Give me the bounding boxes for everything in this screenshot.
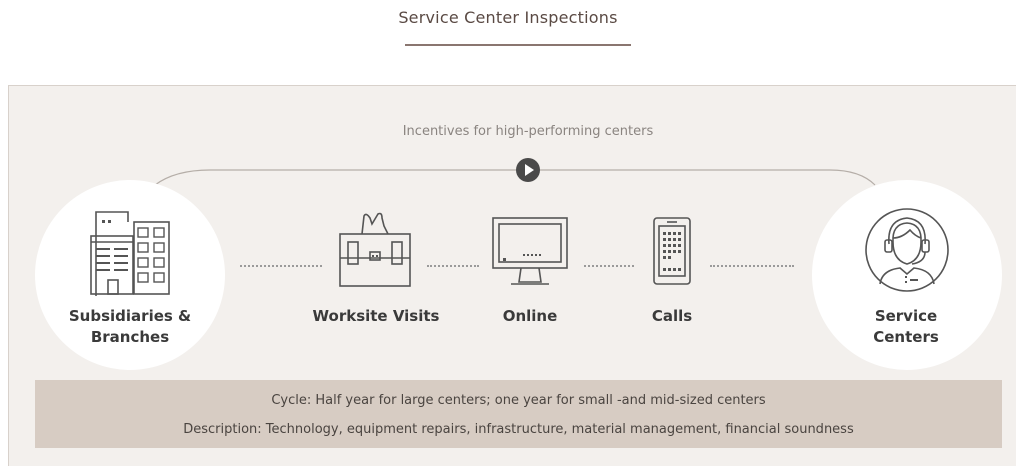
briefcase-icon <box>339 212 411 287</box>
service-centers-label: Service Centers <box>836 306 976 348</box>
monitor-icon <box>492 217 568 285</box>
connector-dots <box>240 265 322 267</box>
calls-label: Calls <box>651 307 693 325</box>
headset-agent-icon <box>865 208 949 292</box>
connector-dots <box>710 265 794 267</box>
connector-dots <box>584 265 634 267</box>
service-centers-label-line1: Service <box>874 307 938 325</box>
phone-icon <box>653 217 691 285</box>
subsidiaries-label-line2: Branches <box>90 328 170 346</box>
footer-band: Cycle: Half year for large centers; one … <box>35 380 1002 448</box>
buildings-icon <box>90 211 170 296</box>
service-centers-label-line2: Centers <box>873 328 939 346</box>
worksite-label: Worksite Visits <box>312 307 440 325</box>
connector-dots <box>427 265 479 267</box>
online-label: Online <box>502 307 558 325</box>
cycle-text: Cycle: Half year for large centers; one … <box>271 393 766 408</box>
subsidiaries-label: Subsidiaries & Branches <box>55 306 205 348</box>
description-text: Description: Technology, equipment repai… <box>183 422 854 437</box>
subsidiaries-label-line1: Subsidiaries & <box>68 307 192 325</box>
play-icon <box>516 158 540 182</box>
